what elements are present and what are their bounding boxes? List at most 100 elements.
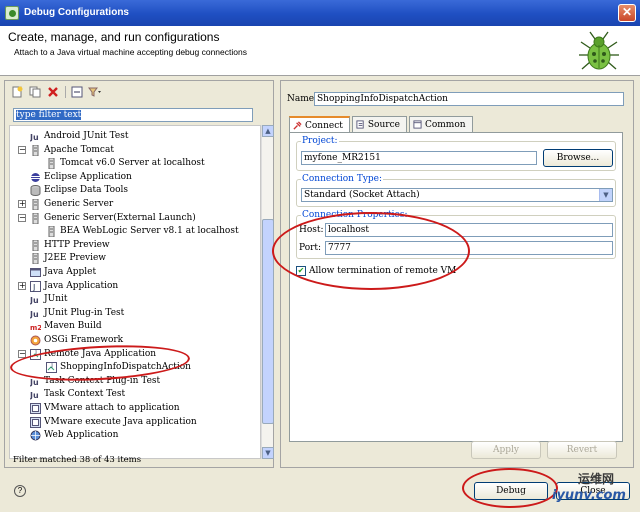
- collapse-icon[interactable]: −: [18, 145, 26, 154]
- filter-text: type filter text: [16, 110, 82, 120]
- tree-item[interactable]: m2 Maven Build: [10, 320, 260, 333]
- tree-item-label: Maven Build: [44, 321, 102, 332]
- delete-config-icon[interactable]: [45, 84, 61, 100]
- tree-item[interactable]: − Generic Server(External Launch): [10, 212, 260, 225]
- tab-source[interactable]: Source: [351, 116, 407, 132]
- connection-type-value: Standard (Socket Attach): [304, 190, 420, 200]
- tree-item[interactable]: − J Remote Java Application: [10, 348, 260, 361]
- debug-button[interactable]: Debug: [474, 482, 548, 500]
- collapse-icon[interactable]: −: [18, 213, 26, 222]
- port-field[interactable]: 7777: [325, 241, 613, 255]
- chevron-down-icon[interactable]: ▼: [599, 189, 612, 201]
- config-tree[interactable]: Ju Android JUnit Test − Apache Tomcat Tomcat…: [9, 125, 261, 459]
- tree-item-label: VMware execute Java application: [44, 416, 197, 427]
- tree-item[interactable]: Ju Android JUnit Test: [10, 130, 260, 143]
- tree-item[interactable]: BEA WebLogic Server v8.1 at localhost: [10, 225, 260, 238]
- tree-item[interactable]: OSGi Framework: [10, 334, 260, 347]
- scroll-down-icon[interactable]: ▼: [262, 447, 274, 459]
- tree-item-label: Web Application: [44, 430, 119, 441]
- tree-item-label: Generic Server: [44, 199, 114, 209]
- help-icon[interactable]: ?: [14, 485, 26, 497]
- watermark-line1: 运维网: [578, 472, 615, 486]
- connect-icon: [293, 121, 302, 130]
- header-description: Attach to a Java virtual machine accepti…: [14, 47, 247, 57]
- site-watermark: 运维网 iyunv.com: [546, 470, 638, 510]
- junit-icon: Ju: [29, 376, 41, 387]
- tree-item[interactable]: Web Application: [10, 429, 260, 442]
- tab-source-label: Source: [367, 119, 400, 130]
- browse-button[interactable]: Browse...: [543, 149, 613, 167]
- tree-item-label: Task Context Plug-in Test: [44, 375, 161, 386]
- filter-config-icon[interactable]: [87, 84, 103, 100]
- tree-item[interactable]: Ju Task Context Test: [10, 388, 260, 401]
- tree-item-label: Task Context Test: [44, 389, 126, 400]
- eclipse-icon: [30, 172, 41, 183]
- server-icon: [30, 144, 41, 157]
- tree-item[interactable]: Tomcat v6.0 Server at localhost: [10, 157, 260, 170]
- duplicate-config-icon[interactable]: [27, 84, 43, 100]
- name-field[interactable]: ShoppingInfoDispatchAction: [314, 92, 624, 106]
- connection-type-group: Connection Type: Standard (Socket Attach…: [296, 174, 616, 207]
- maven-icon: m2: [30, 321, 42, 332]
- tree-item-label: Java Applet: [44, 267, 97, 277]
- scroll-up-icon[interactable]: ▲: [262, 125, 274, 137]
- svg-text:Ju: Ju: [30, 378, 39, 387]
- server-icon: [30, 252, 41, 265]
- tree-item-label: ShoppingInfoDispatchAction: [60, 362, 191, 373]
- connection-type-select[interactable]: Standard (Socket Attach) ▼: [301, 188, 613, 202]
- junit-icon: Ju: [29, 294, 41, 305]
- connection-type-label: Connection Type:: [301, 174, 384, 184]
- filter-input[interactable]: type filter text: [13, 108, 253, 122]
- scroll-thumb[interactable]: [262, 219, 274, 424]
- tree-item-label: HTTP Preview: [44, 239, 110, 250]
- new-config-icon[interactable]: [9, 84, 25, 100]
- filter-matched-status: Filter matched 38 of 43 items: [13, 455, 142, 465]
- window-title: Debug Configurations: [24, 7, 129, 18]
- tree-item[interactable]: VMware execute Java application: [10, 416, 260, 429]
- tree-item[interactable]: Ju JUnit Plug-in Test: [10, 307, 260, 320]
- tree-item[interactable]: Ju JUnit: [10, 293, 260, 306]
- tab-common[interactable]: Common: [408, 116, 473, 132]
- tree-item[interactable]: + Generic Server: [10, 198, 260, 211]
- svg-text:Ju: Ju: [30, 391, 39, 400]
- connect-tab-body: Project: myfone_MR2151 Browse... Connect…: [289, 132, 623, 442]
- tree-scrollbar[interactable]: ▲ ▼: [261, 125, 274, 459]
- tab-connect[interactable]: Connect: [289, 116, 350, 133]
- project-field[interactable]: myfone_MR2151: [301, 151, 537, 165]
- host-field[interactable]: localhost: [325, 223, 613, 237]
- tree-item[interactable]: J ShoppingInfoDispatchAction: [10, 361, 260, 374]
- tree-item-label: Android JUnit Test: [44, 131, 129, 141]
- tree-item[interactable]: Ju Task Context Plug-in Test: [10, 375, 260, 388]
- tree-item[interactable]: VMware attach to application: [10, 402, 260, 415]
- osgi-icon: [30, 335, 41, 346]
- vmware-icon: [30, 416, 41, 428]
- database-icon: [30, 185, 41, 197]
- collapse-icon[interactable]: −: [18, 349, 26, 358]
- tree-item[interactable]: Eclipse Data Tools: [10, 184, 260, 197]
- applet-icon: [30, 267, 41, 278]
- close-window-button[interactable]: ✕: [618, 4, 636, 22]
- junit-icon: Ju: [29, 131, 41, 142]
- watermark-line2: iyunv.com: [552, 488, 626, 503]
- tree-item[interactable]: Java Applet: [10, 266, 260, 279]
- tree-item[interactable]: J2EE Preview: [10, 252, 260, 265]
- tab-connect-label: Connect: [305, 120, 343, 131]
- expand-icon[interactable]: +: [18, 281, 26, 290]
- apply-button[interactable]: Apply: [471, 441, 541, 459]
- collapse-all-icon[interactable]: [69, 84, 85, 100]
- tree-item[interactable]: HTTP Preview: [10, 239, 260, 252]
- tree-item[interactable]: Eclipse Application: [10, 171, 260, 184]
- expand-icon[interactable]: +: [18, 200, 26, 208]
- tree-item-label: VMware attach to application: [44, 403, 180, 413]
- tree-item-label: OSGi Framework: [44, 335, 124, 345]
- tree-item-label: J2EE Preview: [44, 253, 107, 264]
- revert-button[interactable]: Revert: [547, 441, 617, 459]
- tree-item-label: Java Application: [44, 280, 119, 291]
- tree-item[interactable]: − Apache Tomcat: [10, 144, 260, 157]
- debug-bug-icon: [579, 31, 619, 70]
- allow-termination-checkbox[interactable]: ✔: [296, 266, 306, 276]
- tree-item-label: Remote Java Application: [44, 348, 157, 359]
- tree-item[interactable]: + J Java Application: [10, 280, 260, 293]
- web-app-icon: [30, 430, 41, 441]
- project-label: Project:: [301, 136, 339, 146]
